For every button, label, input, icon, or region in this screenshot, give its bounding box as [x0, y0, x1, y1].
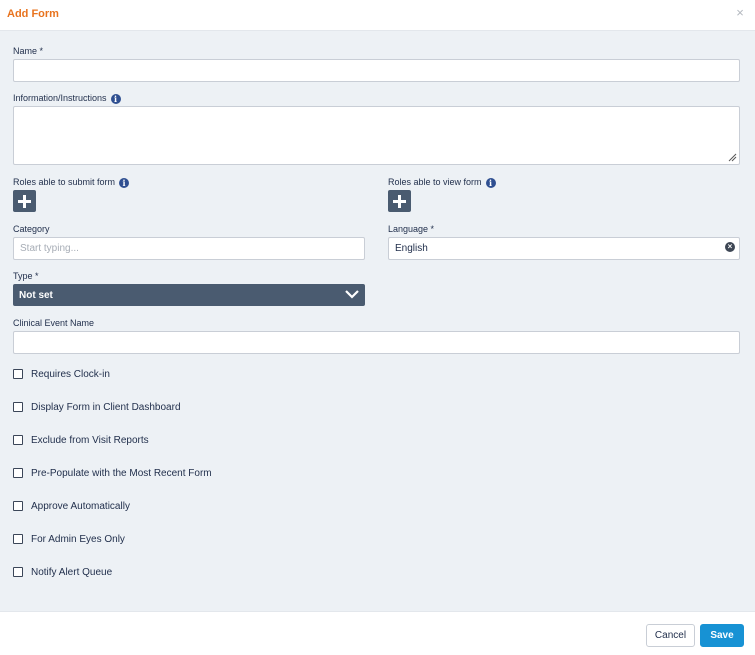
category-input[interactable] [13, 237, 365, 260]
clear-icon[interactable]: × [725, 242, 735, 252]
add-submit-role-button[interactable] [13, 190, 36, 212]
admin-eyes-only-row[interactable]: For Admin Eyes Only [13, 532, 125, 546]
checkbox-label: Exclude from Visit Reports [31, 434, 149, 446]
checkbox-label: Pre-Populate with the Most Recent Form [31, 467, 212, 479]
requires-clock-in-row[interactable]: Requires Clock-in [13, 367, 110, 381]
type-select[interactable]: Not set [13, 284, 365, 306]
name-label-text: Name * [13, 46, 44, 56]
close-icon[interactable]: × [733, 6, 747, 20]
dialog-header: Add Form × [0, 0, 755, 31]
cancel-button[interactable]: Cancel [646, 624, 695, 647]
checkbox-label: For Admin Eyes Only [31, 533, 125, 545]
checkbox-label: Approve Automatically [31, 500, 130, 512]
language-label-text: Language * [388, 224, 435, 234]
clinical-event-label: Clinical Event Name [13, 318, 94, 329]
dialog-footer: Cancel Save [0, 611, 755, 655]
save-button[interactable]: Save [700, 624, 744, 647]
display-in-dashboard-checkbox[interactable] [13, 402, 23, 412]
info-label: Information/Instructions i [13, 93, 121, 104]
add-view-role-button[interactable] [388, 190, 411, 212]
category-label: Category [13, 224, 50, 235]
checkbox-label: Notify Alert Queue [31, 566, 113, 578]
display-in-dashboard-row[interactable]: Display Form in Client Dashboard [13, 400, 181, 414]
clinical-event-input[interactable] [13, 331, 740, 354]
admin-eyes-only-checkbox[interactable] [13, 534, 23, 544]
language-label: Language * [388, 224, 434, 235]
clinical-event-label-text: Clinical Event Name [13, 318, 95, 328]
type-label-text: Type * [13, 271, 39, 281]
type-select-value: Not set [19, 289, 53, 301]
dialog-body: Name * Information/Instructions i Roles … [0, 31, 755, 611]
roles-view-label: Roles able to view form i [388, 177, 496, 188]
add-form-dialog: Add Form × Name * Information/Instructio… [0, 0, 755, 655]
exclude-visit-reports-checkbox[interactable] [13, 435, 23, 445]
roles-submit-label: Roles able to submit form i [13, 177, 130, 188]
type-label: Type * [13, 271, 39, 282]
information-textarea[interactable] [13, 106, 740, 165]
chevron-down-icon [345, 290, 359, 299]
roles-submit-label-text: Roles able to submit form [13, 177, 116, 187]
approve-automatically-row[interactable]: Approve Automatically [13, 499, 130, 513]
info-icon[interactable]: i [110, 93, 121, 104]
name-input[interactable] [13, 59, 740, 82]
info-icon[interactable]: i [485, 177, 496, 188]
requires-clock-in-checkbox[interactable] [13, 369, 23, 379]
category-label-text: Category [13, 224, 50, 234]
roles-view-label-text: Roles able to view form [388, 177, 482, 187]
checkbox-label: Display Form in Client Dashboard [31, 401, 181, 413]
notify-alert-queue-row[interactable]: Notify Alert Queue [13, 565, 112, 579]
info-icon[interactable]: i [119, 177, 130, 188]
pre-populate-checkbox[interactable] [13, 468, 23, 478]
notify-alert-queue-checkbox[interactable] [13, 567, 23, 577]
exclude-visit-reports-row[interactable]: Exclude from Visit Reports [13, 433, 149, 447]
name-label: Name * [13, 46, 43, 57]
approve-automatically-checkbox[interactable] [13, 501, 23, 511]
language-input[interactable] [388, 237, 740, 260]
info-label-text: Information/Instructions [13, 93, 107, 103]
dialog-title: Add Form [7, 8, 59, 20]
checkbox-label: Requires Clock-in [31, 368, 110, 380]
pre-populate-row[interactable]: Pre-Populate with the Most Recent Form [13, 466, 212, 480]
